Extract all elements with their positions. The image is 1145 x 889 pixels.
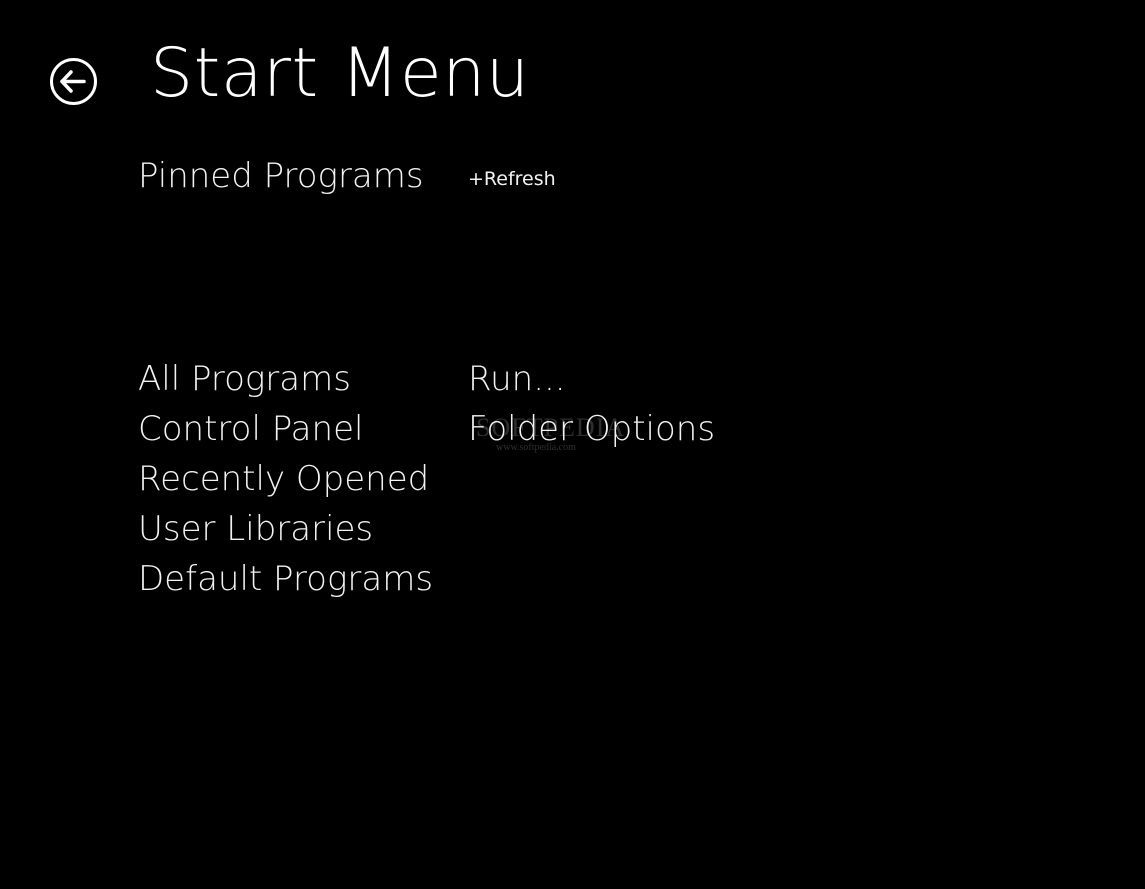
menu-item-all-programs[interactable]: All Programs xyxy=(138,354,433,404)
page-title: Start Menu xyxy=(150,34,530,113)
menu-item-folder-options[interactable]: Folder Options xyxy=(468,404,715,454)
menu-item-default-programs[interactable]: Default Programs xyxy=(138,554,433,604)
menu-item-run[interactable]: Run... xyxy=(468,354,715,404)
menu-item-control-panel[interactable]: Control Panel xyxy=(138,404,433,454)
menu-item-recently-opened[interactable]: Recently Opened xyxy=(138,454,433,504)
menu-right-column: Run... Folder Options xyxy=(468,354,715,454)
back-button[interactable] xyxy=(49,57,98,106)
menu-item-user-libraries[interactable]: User Libraries xyxy=(138,504,433,554)
pinned-programs-heading: Pinned Programs xyxy=(138,156,424,196)
menu-left-column: All Programs Control Panel Recently Open… xyxy=(138,354,433,604)
back-arrow-icon xyxy=(49,57,98,106)
refresh-link[interactable]: +Refresh xyxy=(468,167,556,191)
